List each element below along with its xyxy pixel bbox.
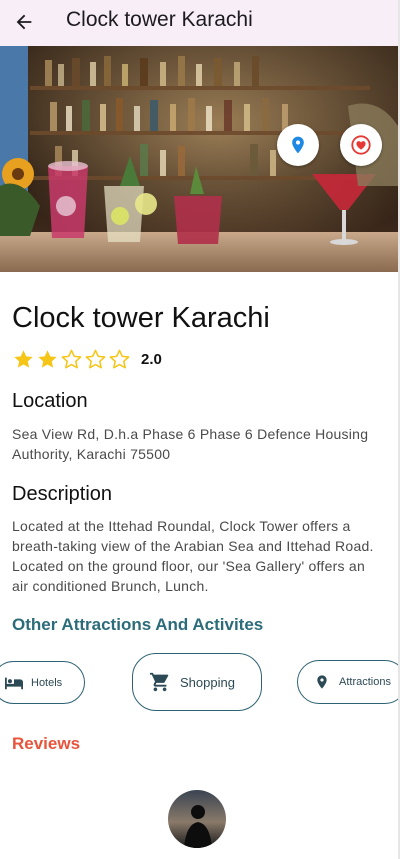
rating-stars <box>12 348 132 371</box>
location-pin-icon <box>292 136 304 154</box>
heart-icon <box>351 135 371 155</box>
pin-icon <box>317 675 327 689</box>
chip-attractions-label: Attractions <box>339 676 391 688</box>
cart-icon <box>149 672 169 692</box>
star-outline-icon <box>85 349 106 369</box>
rating-value: 2.0 <box>141 351 162 368</box>
app-bar: Clock tower Karachi <box>0 0 398 46</box>
description-heading: Description <box>12 483 113 505</box>
location-address: Sea View Rd, D.h.a Phase 6 Phase 6 Defen… <box>12 426 369 462</box>
chip-hotels[interactable]: Hotels <box>0 661 85 704</box>
other-attractions-heading: Other Attractions And Activites <box>12 615 264 634</box>
arrow-back-icon <box>16 14 32 30</box>
bed-icon <box>5 677 23 689</box>
location-heading: Location <box>12 390 88 412</box>
place-title: Clock tower Karachi <box>12 302 270 334</box>
back-button[interactable] <box>11 9 37 35</box>
map-location-button[interactable] <box>277 124 319 166</box>
description-text: Located at the Ittehad Roundal, Clock To… <box>12 518 374 594</box>
star-outline-icon <box>109 349 130 369</box>
rating-row: 2.0 <box>12 348 162 371</box>
star-outline-icon <box>61 349 82 369</box>
reviewer-avatar[interactable] <box>168 790 226 848</box>
chip-shopping-label: Shopping <box>180 674 235 690</box>
app-bar-title: Clock tower Karachi <box>66 8 253 31</box>
reviews-heading: Reviews <box>12 734 81 753</box>
chip-hotels-label: Hotels <box>31 676 63 689</box>
hero-image <box>0 46 398 272</box>
chip-attractions[interactable]: Attractions <box>297 660 400 704</box>
chip-shopping[interactable]: Shopping <box>132 653 262 711</box>
favorite-button[interactable] <box>340 124 382 166</box>
star-filled-icon <box>38 350 57 368</box>
star-filled-icon <box>14 350 33 368</box>
